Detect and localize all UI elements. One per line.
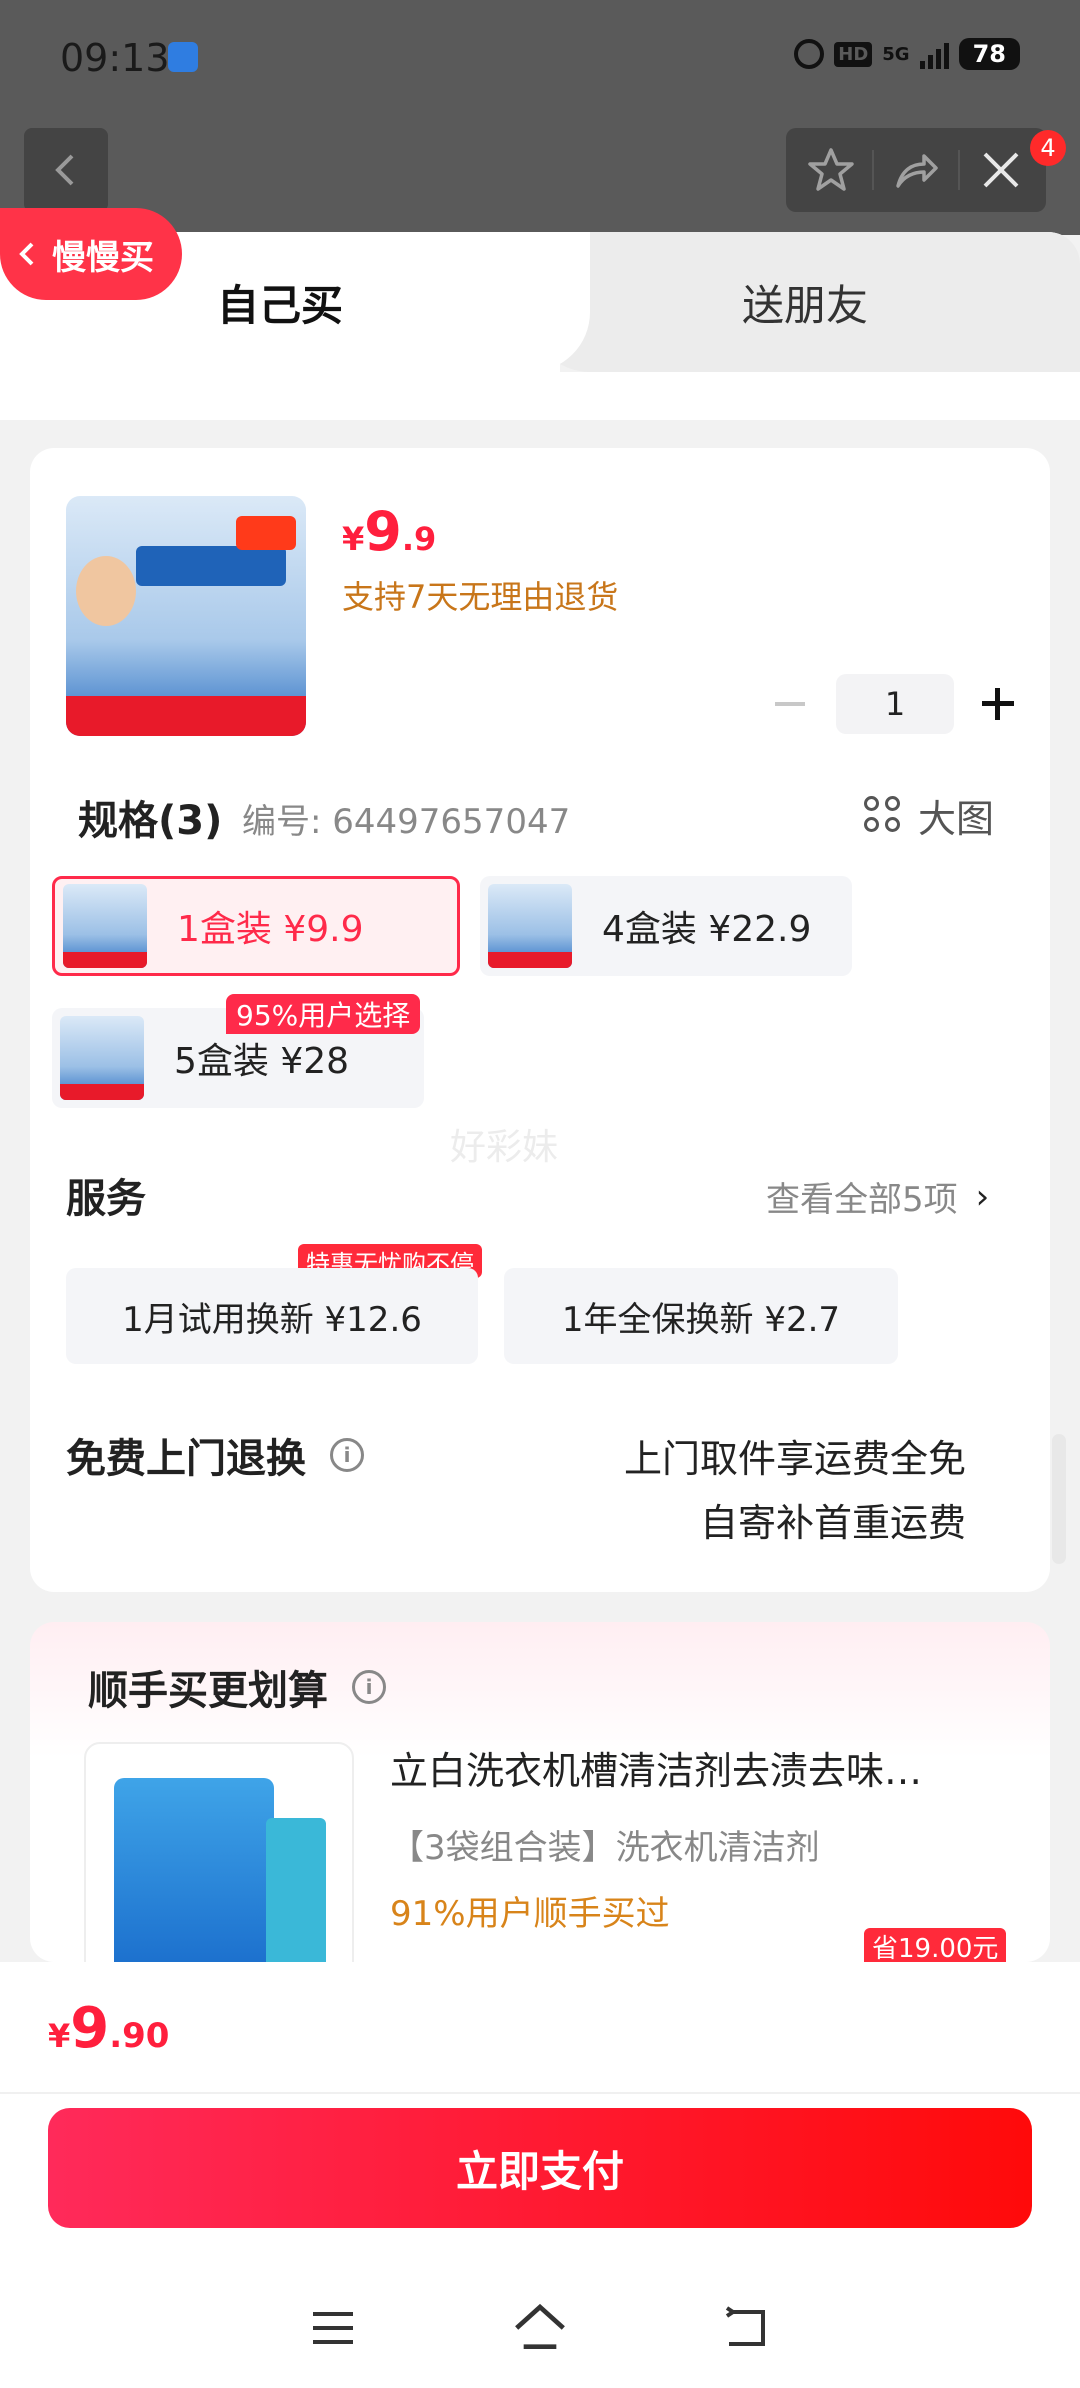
divider [0,2092,1080,2094]
back-button[interactable] [24,128,108,212]
quantity-increase-button[interactable] [968,674,1028,734]
bundle-product-hot: 91%用户顺手买过 [390,1894,670,1934]
return-policy: 支持7天无理由退货 [342,578,619,616]
close-icon [983,152,1019,188]
spec-option-label: 1盒装 ¥9.9 [177,909,364,950]
price-integer: 9 [364,500,402,563]
bundle-product-name[interactable]: 立白洗衣机槽清洁剂去渍去味… [390,1740,990,1795]
status-icons: HD 5G 78 [794,38,1020,70]
info-icon[interactable]: i [352,1670,386,1704]
total-currency: ¥ [48,2017,71,2055]
status-bar: 09:13 HD 5G 78 [0,0,1080,118]
spec-title: 规格(3) [78,798,223,844]
system-nav-bar [0,2268,1080,2388]
network-label: 5G [882,43,910,65]
divider [957,150,960,190]
product-card: ¥9.9 支持7天无理由退货 1 规格(3) 编号: 64497657047 大… [30,448,1050,1592]
spec-option[interactable]: 1盒装 ¥9.9 [52,876,460,976]
chevron-right-icon: › [975,1176,990,1217]
battery-icon: 78 [958,38,1020,70]
share-icon [896,154,938,188]
price-decimal: .9 [401,520,437,558]
info-icon[interactable]: i [330,1438,364,1472]
spec-thumbnail [60,1016,144,1100]
spec-option-label: 5盒装 ¥28 [174,1041,350,1082]
menu-icon [313,2312,354,2344]
system-back-button[interactable] [717,2298,777,2358]
close-button[interactable] [973,142,1029,198]
bundle-card: 顺手买更划算 i 立白洗衣机槽清洁剂去渍去味… 【3袋组合装】洗衣机清洁剂 91… [30,1622,1050,1962]
free-return-self: 自寄补首重运费 [699,1501,966,1545]
watermark: 好彩妹 [450,1127,559,1168]
slow-buy-button[interactable]: 慢慢买 [0,208,182,300]
service-title: 服务 [66,1176,146,1222]
popular-tag: 95%用户选择 [226,994,421,1034]
hd-icon: HD [834,41,873,67]
total-decimal: .90 [109,2016,170,2056]
menu-button[interactable] [303,2298,363,2358]
quantity-value[interactable]: 1 [836,674,954,734]
pay-now-button[interactable]: 立即支付 [48,2108,1032,2228]
total-price: ¥9.90 [48,1996,169,2061]
slow-buy-label: 慢慢买 [52,237,154,278]
spec-code: 编号: 64497657047 [242,802,571,842]
bundle-save-badge: 省19.00元 [864,1928,1007,1962]
big-image-label: 大图 [918,797,995,841]
tab-content-top [0,372,1080,420]
top-action-group [786,128,1046,212]
bundle-product-sub: 【3袋组合装】洗衣机清洁剂 [390,1828,820,1868]
quantity-decrease-button[interactable] [760,674,820,734]
spec-option-label: 4盒装 ¥22.9 [602,909,812,950]
checkout-bar: ¥9.90 立即支付 [0,1962,1080,2388]
chevron-left-icon [19,242,34,266]
total-integer: 9 [70,1996,110,2061]
divider [872,150,875,190]
notification-badge: 4 [1030,130,1066,166]
bundle-title: 顺手买更划算 i [88,1658,386,1716]
scrollbar[interactable] [1052,1434,1066,1564]
favorite-button[interactable] [803,142,859,198]
product-image[interactable] [66,496,306,736]
home-icon [515,2303,565,2349]
service-option[interactable]: 1年全保换新 ¥2.7 [504,1268,898,1364]
quantity-stepper: 1 [760,674,1050,734]
back-arrow-icon [725,2306,765,2346]
service-view-all[interactable]: 查看全部5项 › [766,1172,989,1221]
spec-option[interactable]: 4盒装 ¥22.9 [480,876,852,976]
status-time: 09:13 [60,36,170,80]
tab-gift-friend[interactable]: 送朋友 [530,232,1080,372]
star-icon [808,148,854,191]
service-view-all-label: 查看全部5项 [766,1180,958,1220]
free-return-pickup: 上门取件享运费全免 [623,1437,966,1481]
alarm-icon [794,39,825,69]
share-button[interactable] [888,142,944,198]
free-return-title: 免费上门退换 i [66,1426,364,1484]
chevron-left-icon [55,154,74,186]
app-notification-icon [168,42,198,72]
home-button[interactable] [510,2298,570,2358]
free-return-label: 免费上门退换 [66,1436,306,1482]
spec-thumbnail [63,884,147,968]
bundle-product-image[interactable] [84,1742,354,1962]
spec-thumbnail [488,884,572,968]
big-image-button[interactable]: 大图 [864,788,994,843]
product-price: ¥9.9 [342,500,436,563]
grid-icon [864,795,904,836]
bundle-title-label: 顺手买更划算 [88,1668,328,1714]
price-currency: ¥ [342,520,365,558]
signal-icon [919,39,949,69]
service-option[interactable]: 1月试用换新 ¥12.6 [66,1268,478,1364]
